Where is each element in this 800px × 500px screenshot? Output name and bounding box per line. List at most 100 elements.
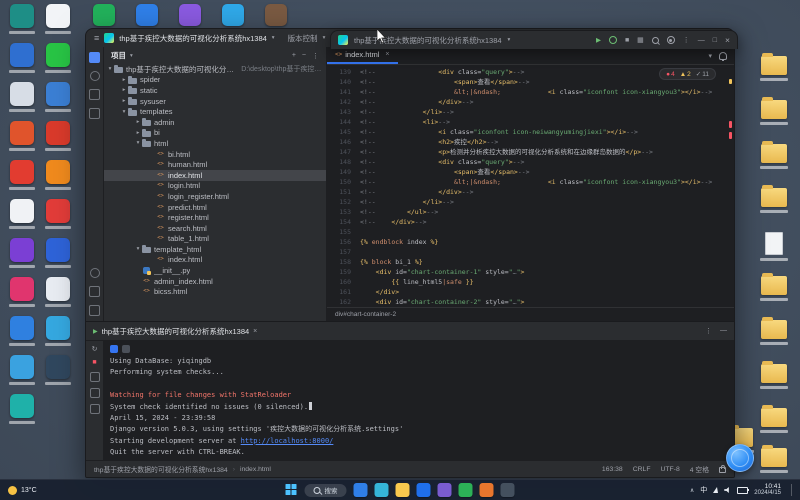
hamburger-menu-icon[interactable]: ≡	[94, 33, 99, 43]
grid-menu-icon[interactable]: ▦	[637, 36, 644, 44]
taskbar-app-icon[interactable]	[500, 483, 515, 497]
run-tab-close-icon[interactable]: ×	[253, 328, 257, 335]
desktop-shortcut[interactable]	[6, 82, 38, 112]
stop-button-icon[interactable]: ■	[625, 37, 629, 44]
tree-row[interactable]: index.html	[104, 169, 326, 181]
desktop-shortcut[interactable]	[42, 199, 74, 229]
collapse-all-icon[interactable]: −	[302, 52, 306, 60]
taskbar-app-icon[interactable]	[437, 483, 452, 497]
taskbar-app-icon[interactable]	[353, 483, 368, 497]
tree-row[interactable]: ▸ static	[104, 85, 326, 96]
clock-widget[interactable]: 10:41 2024/4/15	[754, 483, 781, 498]
desktop-shortcut[interactable]	[42, 160, 74, 190]
desktop-shortcut[interactable]	[6, 121, 38, 151]
tree-chevron-icon[interactable]: ▾	[120, 109, 128, 115]
tab-close-icon[interactable]: ×	[385, 51, 389, 58]
indent-selector[interactable]: 4 空格	[690, 464, 709, 474]
tree-row[interactable]: __init__.py	[104, 265, 326, 276]
desktop-shortcut[interactable]	[42, 355, 74, 385]
console-action-icon[interactable]	[89, 388, 100, 398]
chevron-down-icon[interactable]: ▾	[323, 35, 326, 41]
run-tool-icon[interactable]	[89, 268, 100, 278]
volume-icon[interactable]	[724, 487, 729, 493]
desktop-folder[interactable]	[754, 361, 794, 389]
tree-row[interactable]: predict.html	[104, 202, 326, 213]
desktop-folder[interactable]	[754, 97, 794, 125]
read-lock-icon[interactable]	[719, 465, 726, 473]
assistant-floating-ball[interactable]	[726, 444, 754, 472]
tree-chevron-icon[interactable]: ▾	[134, 246, 142, 252]
desktop-shortcut[interactable]	[6, 43, 38, 73]
ime-indicator[interactable]: 中	[700, 485, 707, 495]
weather-widget[interactable]: 13°C	[0, 480, 45, 500]
desktop-shortcut[interactable]	[42, 316, 74, 346]
run-panel-header[interactable]: ▶ thp基于疾控大数据的可视化分析系统hx1384 × ⋮ —	[86, 322, 734, 341]
tree-chevron-icon[interactable]: ▾	[134, 140, 142, 146]
taskbar-app-icon[interactable]	[479, 483, 494, 497]
battery-icon[interactable]	[737, 486, 750, 494]
tree-chevron-icon[interactable]: ▸	[134, 130, 142, 136]
desktop-shortcut[interactable]	[6, 199, 38, 229]
tree-row[interactable]: search.html	[104, 223, 326, 234]
tree-row[interactable]: bi.html	[104, 149, 326, 160]
commit-tool-icon[interactable]	[89, 71, 100, 81]
tree-row[interactable]: ▸ spider	[104, 75, 326, 86]
desktop-shortcut[interactable]	[42, 82, 74, 112]
structure-tool-icon[interactable]	[89, 89, 100, 100]
line-ending-selector[interactable]: CRLF	[633, 466, 651, 473]
taskbar-app-icon[interactable]	[458, 483, 473, 497]
terminal-tool-icon[interactable]	[89, 286, 100, 297]
secondary-window-titlebar[interactable]: thp基于疾控大数据的可视化分析系统hx1384 ▾ ▶ ■ ▦ ⋮ — □ ×	[330, 30, 738, 49]
tree-row[interactable]: register.html	[104, 212, 326, 223]
desktop-shortcut[interactable]	[42, 121, 74, 151]
chevron-down-icon[interactable]: ▾	[508, 37, 511, 43]
project-tree[interactable]: ▾ thp基于疾控大数据的可视化分析系统hx1384 D:\desktop\th…	[104, 64, 326, 321]
encoding-selector[interactable]: UTF-8	[660, 466, 679, 473]
tab-list-icon[interactable]: ▾	[708, 52, 712, 60]
code-editor[interactable]: 139 140 141 142 143 144 145 146 147 148 149 150 151 1…	[327, 65, 734, 307]
desktop-shortcut[interactable]	[42, 238, 74, 268]
breadcrumb[interactable]: div#chart-container-2	[327, 307, 734, 321]
tree-row[interactable]: login.html	[104, 181, 326, 192]
desktop-folder[interactable]	[754, 53, 794, 81]
breadcrumb-text[interactable]: div#chart-container-2	[335, 311, 396, 318]
desktop-shortcut[interactable]	[42, 43, 74, 73]
maximize-button[interactable]: □	[713, 37, 717, 44]
desktop-shortcut[interactable]	[6, 238, 38, 268]
chevron-down-icon[interactable]: ▾	[272, 35, 275, 41]
minimize-panel-icon[interactable]: —	[720, 327, 727, 335]
locate-file-icon[interactable]: +	[292, 52, 296, 60]
desktop-shortcut[interactable]	[6, 316, 38, 346]
stop-icon[interactable]: ■	[92, 359, 96, 366]
console-action-icon[interactable]	[89, 404, 100, 414]
desktop-folder[interactable]	[754, 185, 794, 213]
tree-row[interactable]: index.html	[104, 255, 326, 266]
tree-row[interactable]: ▸ admin	[104, 117, 326, 128]
taskbar-app-icon[interactable]	[374, 483, 389, 497]
tray-expand-icon[interactable]: ∧	[690, 487, 694, 494]
more-options-icon[interactable]: ⋮	[683, 36, 690, 44]
tree-chevron-icon[interactable]: ▾	[106, 66, 114, 72]
tree-chevron-icon[interactable]: ▸	[120, 77, 128, 83]
show-desktop-button[interactable]	[791, 484, 794, 496]
minimize-button[interactable]: —	[698, 37, 705, 44]
project-tool-icon[interactable]	[89, 52, 100, 63]
rerun-icon[interactable]: ↻	[92, 346, 98, 353]
desktop-shortcut[interactable]	[6, 160, 38, 190]
taskbar-app-icon[interactable]	[416, 483, 431, 497]
tree-row[interactable]: ▾ html	[104, 138, 326, 149]
settings-gear-icon[interactable]	[666, 36, 675, 44]
tree-row[interactable]: ▾ template_html	[104, 244, 326, 255]
desktop-folder[interactable]	[754, 232, 794, 261]
tree-chevron-icon[interactable]: ▸	[120, 98, 128, 104]
taskbar-search[interactable]: 搜索	[304, 483, 347, 497]
tree-row[interactable]: ▾ templates	[104, 106, 326, 117]
tree-row[interactable]: ▾ thp基于疾控大数据的可视化分析系统hx1384 D:\desktop\th…	[104, 64, 326, 75]
desktop-shortcut[interactable]	[6, 277, 38, 307]
desktop-folder[interactable]	[754, 141, 794, 169]
debug-button-icon[interactable]	[608, 36, 617, 44]
run-button-icon[interactable]: ▶	[596, 36, 601, 44]
editor-tab-index-html[interactable]: <> index.html ×	[327, 47, 398, 64]
bookmarks-tool-icon[interactable]	[89, 108, 100, 119]
taskbar-app-icon[interactable]	[395, 483, 410, 497]
